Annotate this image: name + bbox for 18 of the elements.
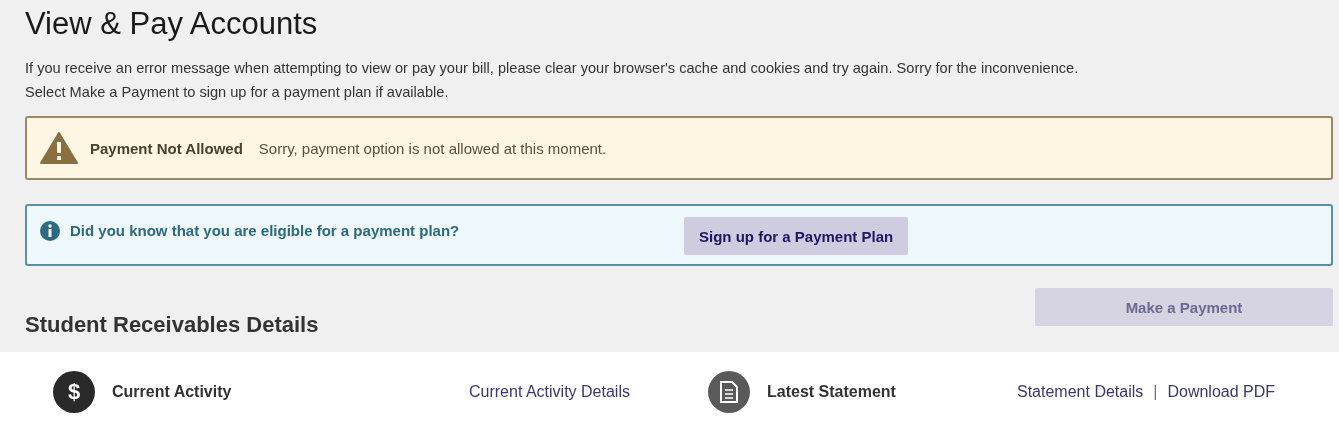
alert-title: Payment Not Allowed	[90, 139, 243, 157]
document-icon	[708, 370, 750, 413]
panel-label: Current Activity	[112, 382, 232, 401]
details-link[interactable]: Statement Details	[1017, 382, 1144, 401]
warning-icon	[40, 132, 78, 164]
link-separator: |	[1153, 382, 1158, 401]
page-title: View & Pay Accounts	[25, 6, 319, 42]
panel-label: Latest Statement	[767, 382, 896, 401]
payment-plan-button[interactable]: Sign up for a Payment Plan	[684, 217, 909, 255]
info-message: Did you know that you are eligible for a payment plan?	[70, 222, 461, 239]
section-title: Student Receivables Details	[25, 312, 319, 338]
dollar-icon: $	[53, 370, 95, 413]
details-link[interactable]: Download PDF	[1167, 382, 1276, 401]
intro-text: Select Make a Payment to sign up for a payment plan if available.	[25, 83, 450, 102]
intro-text: If you receive an error message when attempting to view or pay your bill, please clear your browser's cache and cookies and try again. Sorry for the inconvenience.	[25, 59, 1080, 78]
alert-message: Sorry, payment option is not allowed at this moment.	[258, 139, 607, 157]
info-icon	[40, 221, 60, 241]
details-link[interactable]: Current Activity Details	[469, 382, 630, 401]
